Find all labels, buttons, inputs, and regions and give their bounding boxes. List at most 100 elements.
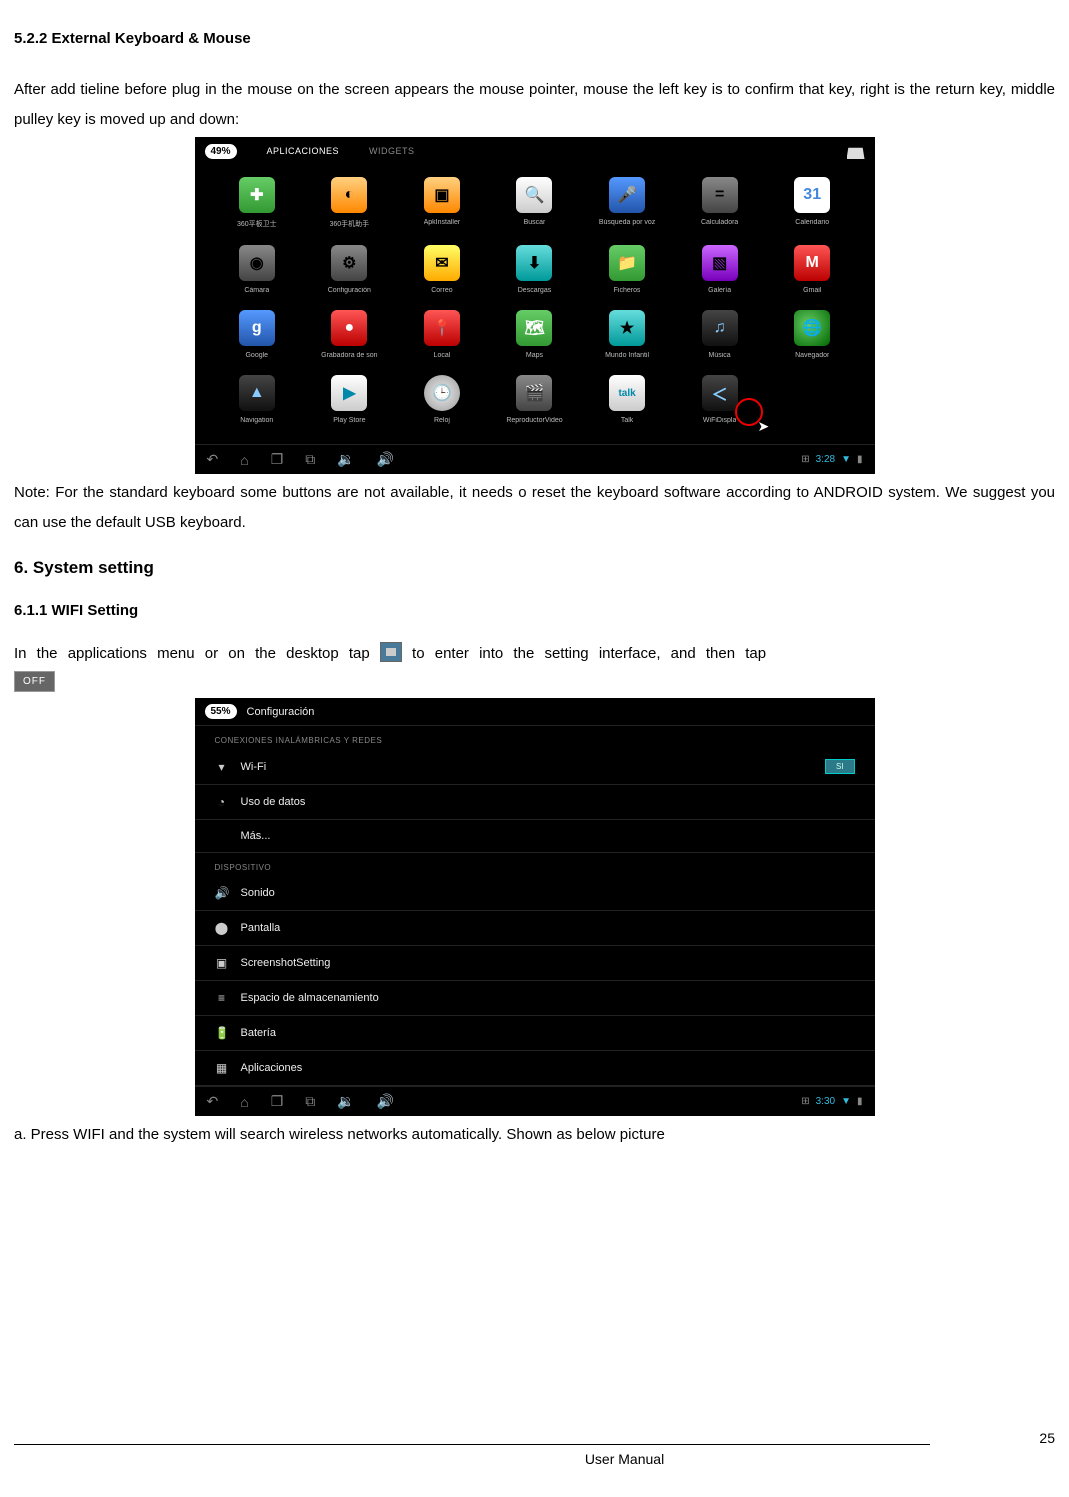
shop-icon[interactable] [847,143,865,159]
settings-row[interactable]: 🔊 Sonido [195,876,875,911]
battery-badge: 49% [205,144,237,159]
heading-611: 6.1.1 WIFI Setting [14,602,1055,619]
wifi-toggle[interactable]: SI [825,759,855,774]
app-label: Gmail [803,287,821,294]
group-device-label: DISPOSITIVO [195,853,875,876]
app-item[interactable]: 🌐 Navegador [770,310,855,359]
settings-row[interactable]: ⬤ Pantalla [195,911,875,946]
app-item[interactable]: 📍Local [400,310,485,359]
apps-screenshot: 49% APLICACIONES WIDGETS ✚360平板卫士◐360手机助… [14,137,1055,474]
volume-down-icon[interactable]: 🔉 [337,451,354,468]
app-item[interactable]: 📁Ficheros [585,245,670,294]
app-item[interactable]: ⚙Configuración [307,245,392,294]
clock-time: 3:28 [816,454,835,465]
page-number: 25 [1039,1430,1055,1446]
app-label: Calendario [795,219,829,226]
recent-icon[interactable]: ❐ [271,451,284,468]
tab-aplicaciones[interactable]: APLICACIONES [267,146,340,156]
settings-row-label: Batería [241,1027,276,1039]
settings-row-label: Sonido [241,887,275,899]
settings-row[interactable]: ▾Wi-FiSI [195,749,875,785]
settings-row[interactable]: ▦Aplicaciones [195,1051,875,1086]
app-item[interactable]: ◉Cámara [215,245,300,294]
battery-badge-2: 55% [205,704,237,719]
app-icon: ◉ [239,245,275,281]
settings-row-icon: 🔊 [215,886,229,900]
app-label: Grabadora de son [321,352,377,359]
settings-row[interactable]: Más... [195,820,875,853]
battery-icon: ▮ [857,1096,863,1107]
note-paragraph: Note: For the standard keyboard some but… [14,478,1055,538]
settings-row-label: Pantalla [241,922,281,934]
app-icon: ♫ [702,310,738,346]
app-item[interactable]: gGoogle [215,310,300,359]
app-item[interactable]: 🗺 Maps [492,310,577,359]
app-item[interactable]: ★Mundo Infantil [585,310,670,359]
home-icon[interactable]: ⌂ [240,1094,248,1110]
app-item[interactable]: 🔍 Buscar [492,177,577,229]
app-item[interactable]: ✉Correo [400,245,485,294]
app-item[interactable]: ▧Galería [677,245,762,294]
settings-row-icon: ⬤ [215,921,229,935]
settings-row-icon: ▣ [215,956,229,970]
recent-icon[interactable]: ❐ [271,1093,284,1110]
app-icon: 🕒 [424,375,460,411]
app-label: ReproductorVideo [506,417,562,424]
volume-up-icon[interactable]: 🔊 [377,1093,394,1110]
app-item[interactable]: 🎤Búsqueda por voz [585,177,670,229]
app-icon: = [702,177,738,213]
app-item[interactable]: talkTalk [585,375,670,424]
home-icon[interactable]: ⌂ [240,452,248,468]
app-icon: ★ [609,310,645,346]
app-item[interactable]: ◐360手机助手 [307,177,392,229]
app-item[interactable]: ▶Play Store [307,375,392,424]
volume-up-icon[interactable]: 🔊 [377,451,394,468]
app-label: Búsqueda por voz [599,219,655,226]
app-icon: 🌐 [794,310,830,346]
app-item[interactable]: ⬇Descargas [492,245,577,294]
settings-title: Configuración [247,706,315,718]
app-icon: ＜ [702,375,738,411]
paragraph-522: After add tieline before plug in the mou… [14,75,1055,135]
back-icon[interactable]: ↶ [207,1093,219,1110]
app-label: Ficheros [614,287,641,294]
app-label: Buscar [524,219,546,226]
app-item[interactable]: ●Grabadora de son [307,310,392,359]
app-label: Navegador [795,352,829,359]
app-item[interactable]: 31 Calendario [770,177,855,229]
app-icon: g [239,310,275,346]
tab-widgets[interactable]: WIDGETS [369,146,415,156]
settings-row-label: Wi-Fi [241,761,267,773]
footer-title: User Manual [14,1451,1055,1467]
app-item[interactable]: 🎬ReproductorVideo [492,375,577,424]
app-label: Maps [526,352,543,359]
app-icon: ▣ [424,177,460,213]
app-item[interactable]: ▲Navigation [215,375,300,424]
settings-row[interactable]: ▣ScreenshotSetting [195,946,875,981]
app-item[interactable]: ✚360平板卫士 [215,177,300,229]
app-label: 360平板卫士 [237,219,277,229]
app-icon: 🗺 [516,310,552,346]
settings-row[interactable]: ≡Espacio de almacenamiento [195,981,875,1016]
app-icon: M [794,245,830,281]
app-item[interactable]: ♫ Música [677,310,762,359]
settings-row[interactable]: 🔋 Batería [195,1016,875,1051]
volume-down-icon[interactable]: 🔉 [337,1093,354,1110]
app-item[interactable]: ▣ApkInstaller [400,177,485,229]
screenshot-icon[interactable]: ⧉ [305,1093,315,1110]
app-label: Configuración [328,287,371,294]
app-icon: 🔍 [516,177,552,213]
settings-row-label: Espacio de almacenamiento [241,992,379,1004]
app-label: Música [709,352,731,359]
off-toggle-chip: OFF [14,671,55,692]
settings-row[interactable]: ◔Uso de datos [195,785,875,820]
app-item[interactable]: M Gmail [770,245,855,294]
settings-row-label: Uso de datos [241,796,306,808]
screenshot-icon[interactable]: ⧉ [305,451,315,468]
para-611-pre: In the applications menu or on the deskt… [14,645,380,662]
app-icon: 31 [794,177,830,213]
app-item[interactable]: =Calculadora [677,177,762,229]
settings-row-icon: 🔋 [215,1026,229,1040]
back-icon[interactable]: ↶ [207,451,219,468]
app-item[interactable]: 🕒Reloj [400,375,485,424]
